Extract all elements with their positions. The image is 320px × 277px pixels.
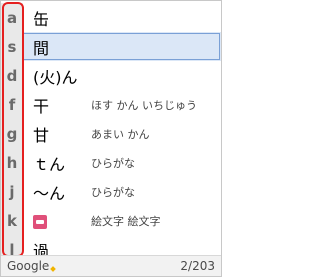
candidate-description: ひらがな (91, 156, 135, 170)
brand: Google (7, 259, 57, 273)
candidate-text: (火)ん (33, 67, 78, 87)
candidate-row-1-selected[interactable]: s 間 (1, 32, 221, 61)
candidate-row-0[interactable]: a 缶 (1, 3, 221, 32)
shortcut-key: s (1, 32, 23, 61)
candidate-footer: Google 2/203 (1, 255, 221, 276)
candidate-row-6[interactable]: j ～ん ひらがな (1, 177, 221, 206)
emoji-icon (33, 214, 47, 229)
candidate-text (33, 211, 91, 230)
shortcut-key: a (1, 3, 23, 32)
shortcut-key: f (1, 90, 23, 119)
candidate-row-5[interactable]: h ｔん ひらがな (1, 148, 221, 177)
shortcut-key: j (1, 177, 23, 206)
candidate-description: ほす かん いちじゅう (91, 98, 197, 112)
candidate-row-4[interactable]: g 甘 あまい かん (1, 119, 221, 148)
candidate-window: a 缶 s 間 d (火)ん f 干 ほす かん いちじゅう g 甘 あまい か… (0, 0, 222, 277)
candidate-description: あまい かん (91, 127, 150, 141)
pencil-icon (50, 266, 57, 272)
candidate-text: ｔん (33, 154, 66, 174)
candidate-row-2[interactable]: d (火)ん (1, 61, 221, 90)
candidate-text: 間 (33, 38, 50, 58)
candidate-count: 2/203 (180, 259, 215, 273)
candidate-row-7[interactable]: k 絵文字 絵文字 (1, 206, 221, 235)
candidate-row-3[interactable]: f 干 ほす かん いちじゅう (1, 90, 221, 119)
shortcut-key: k (1, 206, 23, 235)
candidate-description: ひらがな (91, 185, 135, 199)
candidate-description: 絵文字 絵文字 (91, 214, 161, 228)
candidate-list: a 缶 s 間 d (火)ん f 干 ほす かん いちじゅう g 甘 あまい か… (1, 3, 221, 264)
candidate-text: 干 (33, 96, 50, 116)
shortcut-key: h (1, 148, 23, 177)
candidate-text: ～ん (33, 183, 66, 203)
brand-label: Google (7, 259, 50, 273)
candidate-text: 缶 (33, 9, 50, 29)
shortcut-key: g (1, 119, 23, 148)
shortcut-key: d (1, 61, 23, 90)
candidate-text: 甘 (33, 125, 50, 145)
